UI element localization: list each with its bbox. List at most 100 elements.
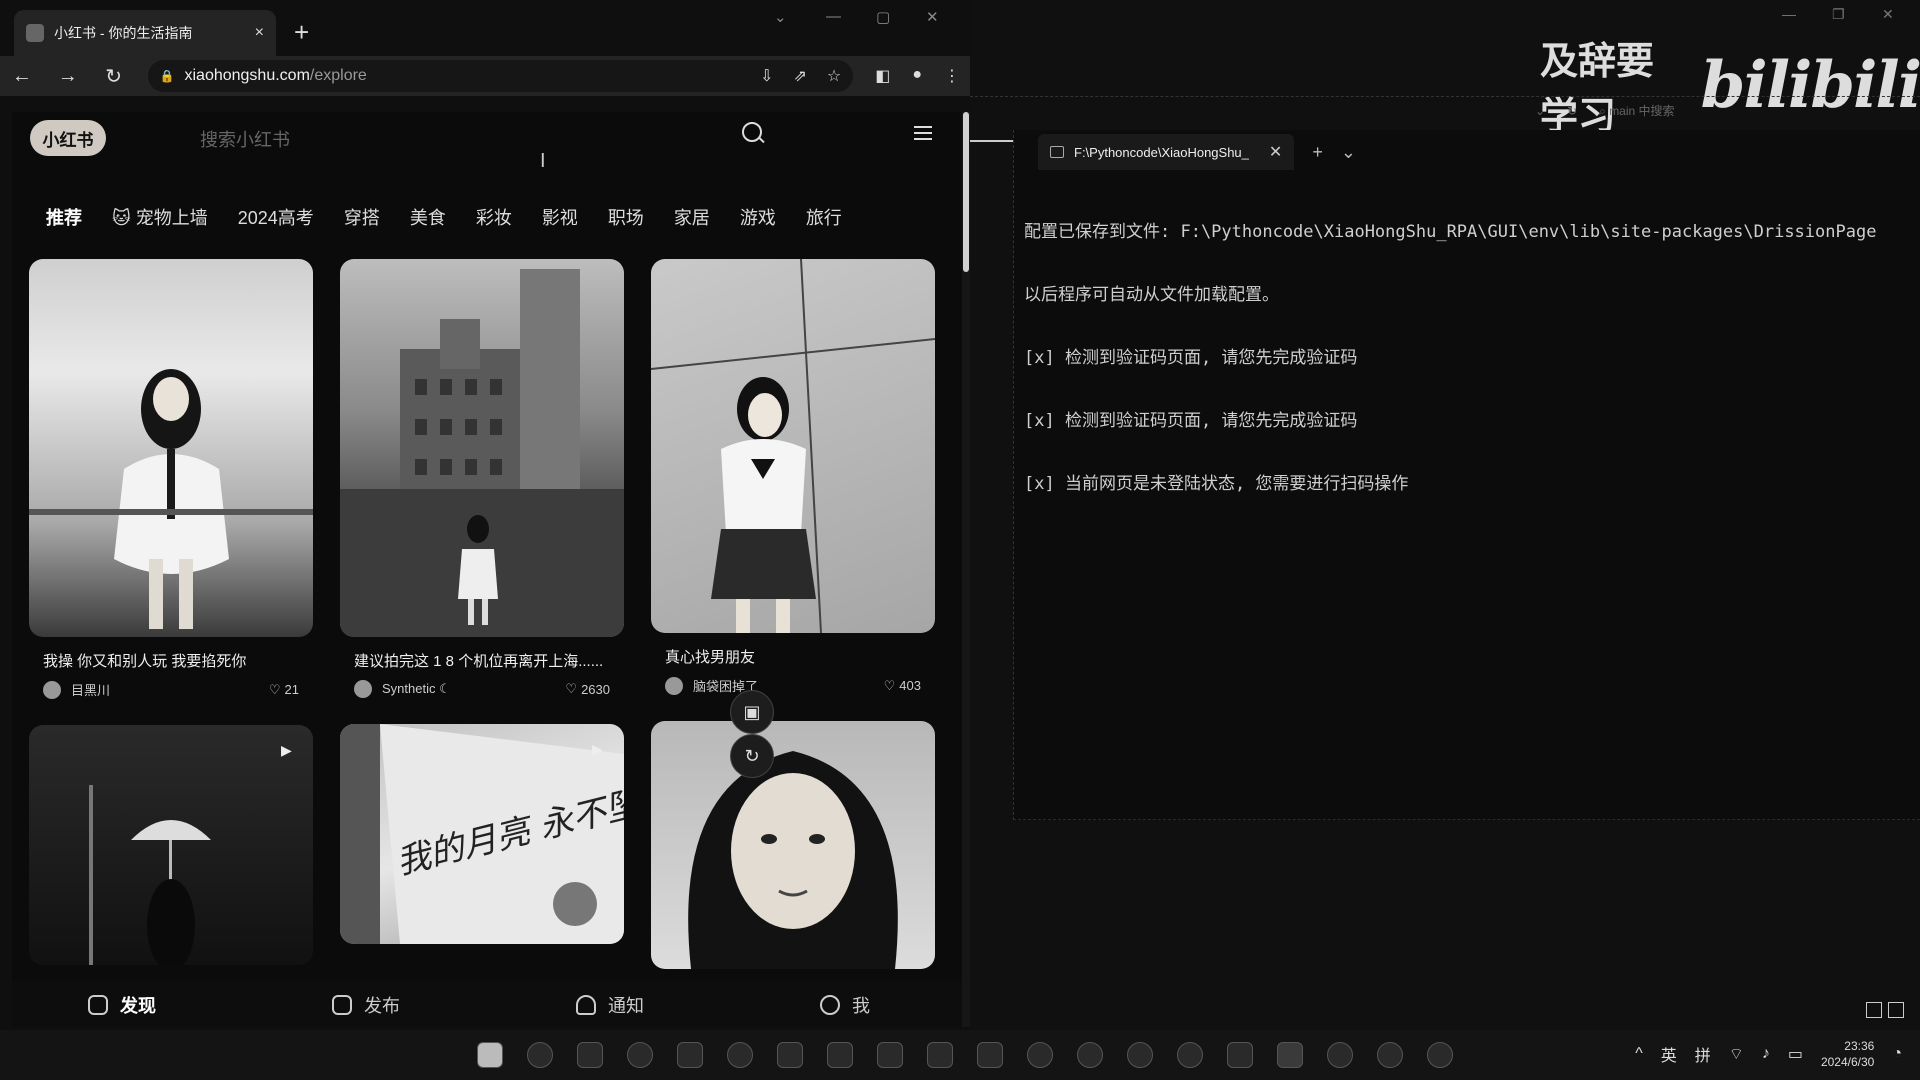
note-cover-image[interactable] bbox=[29, 259, 313, 637]
avatar[interactable] bbox=[43, 680, 61, 699]
grid-view-icon[interactable] bbox=[1888, 1002, 1904, 1018]
notification-icon[interactable]: ◔ bbox=[1892, 1045, 1902, 1063]
install-icon[interactable]: ⇩ bbox=[760, 66, 773, 86]
refresh-icon[interactable]: ↻ bbox=[730, 734, 774, 778]
minimize-icon[interactable]: — bbox=[826, 8, 841, 25]
site-logo[interactable]: 小红书 bbox=[30, 120, 106, 156]
vscode-icon[interactable] bbox=[777, 1042, 803, 1068]
edge-icon[interactable] bbox=[627, 1042, 653, 1068]
star-icon[interactable]: ☆ bbox=[827, 66, 841, 86]
list-view-icon[interactable] bbox=[1866, 1002, 1882, 1018]
search-icon[interactable] bbox=[742, 122, 762, 142]
multitask-icon[interactable] bbox=[877, 1042, 903, 1068]
app-circle-icon[interactable] bbox=[1377, 1042, 1403, 1068]
lang-en[interactable]: 英 bbox=[1661, 1042, 1677, 1066]
page-scrollbar[interactable] bbox=[962, 112, 970, 1027]
battery-icon[interactable]: ▭ bbox=[1788, 1044, 1803, 1064]
profile-icon[interactable]: ● bbox=[912, 66, 922, 86]
lang-pinyin[interactable]: 拼 bbox=[1695, 1042, 1711, 1066]
close-icon[interactable]: ✕ bbox=[926, 8, 939, 26]
refresh-icon[interactable]: ↻ bbox=[1567, 104, 1577, 118]
note-cover-image[interactable] bbox=[651, 721, 935, 969]
close-icon[interactable]: ✕ bbox=[1269, 142, 1282, 162]
tab-travel[interactable]: 旅行 bbox=[806, 204, 842, 230]
search-input[interactable]: 搜索小红书 bbox=[200, 126, 290, 152]
back-button[interactable]: ← bbox=[10, 65, 34, 88]
plus-icon[interactable]: + bbox=[1312, 142, 1323, 163]
reload-button[interactable]: ↻ bbox=[102, 64, 126, 89]
like-button[interactable]: ♡ 21 bbox=[269, 682, 299, 698]
note-cover-image[interactable]: 我的月亮 永不坠落 ▶ bbox=[340, 724, 624, 944]
chevron-down-icon[interactable]: ⌄ bbox=[774, 8, 787, 26]
volume-icon[interactable]: ♪ bbox=[1762, 1045, 1770, 1063]
note-title[interactable]: 我操 你又和别人玩 我要掐死你 bbox=[29, 651, 313, 672]
tab-food[interactable]: 美食 bbox=[410, 204, 446, 230]
word-icon[interactable] bbox=[827, 1042, 853, 1068]
nav-publish[interactable]: 发布 bbox=[332, 992, 400, 1018]
chevron-down-icon[interactable]: ⌄ bbox=[1341, 142, 1356, 163]
more-icon[interactable]: ⋮ bbox=[944, 66, 960, 86]
url-field[interactable]: 🔒 xiaohongshu.com/explore ⇩ ⇗ ☆ bbox=[147, 60, 854, 92]
note-cover-image[interactable]: ▶ bbox=[29, 725, 313, 965]
search-tool-icon[interactable] bbox=[1177, 1042, 1203, 1068]
camera-icon[interactable] bbox=[977, 1042, 1003, 1068]
clock[interactable]: 23:36 2024/6/30 bbox=[1821, 1038, 1874, 1070]
tab-recommend[interactable]: 推荐 bbox=[46, 204, 82, 230]
nav-discover[interactable]: 发现 bbox=[88, 992, 156, 1018]
avatar[interactable] bbox=[665, 676, 683, 695]
close-icon[interactable]: ✕ bbox=[1882, 6, 1894, 23]
tab-games[interactable]: 游戏 bbox=[740, 204, 776, 230]
close-tab-icon[interactable]: × bbox=[255, 24, 264, 42]
tab-film[interactable]: 影视 bbox=[542, 204, 578, 230]
tab-gaokao[interactable]: 2024高考 bbox=[238, 204, 314, 230]
forward-button[interactable]: → bbox=[56, 65, 80, 88]
browser-tab[interactable]: 小红书 - 你的生活指南 × bbox=[14, 10, 276, 56]
wechat-icon[interactable] bbox=[1077, 1042, 1103, 1068]
terminal-line: [x] 检测到验证码页面, 请您先完成验证码 bbox=[1024, 411, 1358, 431]
tab-outfit[interactable]: 穿搭 bbox=[344, 204, 380, 230]
restore-icon[interactable]: ❐ bbox=[1832, 6, 1845, 23]
chevron-down-icon[interactable]: ⌄ bbox=[1535, 104, 1545, 118]
notes-icon[interactable] bbox=[927, 1042, 953, 1068]
note-cover-image[interactable] bbox=[651, 259, 935, 633]
note-title[interactable]: 建议拍完这 1 8 个机位再离开上海...... bbox=[340, 651, 624, 672]
image-icon[interactable]: ▣ bbox=[730, 690, 774, 734]
avatar-app-icon[interactable] bbox=[1127, 1042, 1153, 1068]
tab-makeup[interactable]: 彩妆 bbox=[476, 204, 512, 230]
music-icon[interactable] bbox=[727, 1042, 753, 1068]
sublime-icon[interactable] bbox=[677, 1042, 703, 1068]
tab-pets[interactable]: 🐱 宠物上墙 bbox=[112, 204, 208, 230]
tab-career[interactable]: 职场 bbox=[608, 204, 644, 230]
channel-tabs: 推荐 🐱 宠物上墙 2024高考 穿搭 美食 彩妆 影视 职场 家居 游戏 旅行 bbox=[46, 204, 872, 230]
note-cover-image[interactable] bbox=[340, 259, 624, 637]
check-app-icon[interactable] bbox=[1027, 1042, 1053, 1068]
chevron-up-icon[interactable]: ^ bbox=[1635, 1045, 1643, 1063]
like-button[interactable]: ♡ 403 bbox=[884, 678, 921, 694]
sidebar-icon[interactable]: ◧ bbox=[875, 66, 890, 86]
scroll-thumb[interactable] bbox=[963, 112, 969, 272]
windows-start-icon[interactable] bbox=[477, 1042, 503, 1068]
terminal-icon[interactable] bbox=[1277, 1042, 1303, 1068]
menu-icon[interactable] bbox=[914, 126, 932, 144]
terminal-output[interactable]: 配置已保存到文件: F:\Pythoncode\XiaoHongShu_RPA\… bbox=[1014, 174, 1920, 543]
new-tab-button[interactable]: + bbox=[294, 17, 309, 48]
author-name[interactable]: Synthetic ☾ bbox=[382, 681, 451, 697]
wifi-icon[interactable]: ⌔ bbox=[1729, 1044, 1744, 1064]
restore-icon[interactable]: ▢ bbox=[876, 8, 890, 26]
nav-me[interactable]: 我 bbox=[820, 992, 870, 1018]
nav-notify[interactable]: 通知 bbox=[576, 992, 644, 1018]
vscode-search[interactable]: ⌕ main 中搜索 bbox=[1599, 102, 1674, 119]
like-button[interactable]: ♡ 2630 bbox=[565, 681, 610, 697]
minimize-icon[interactable]: — bbox=[1782, 6, 1796, 22]
terminal-tab[interactable]: F:\Pythoncode\XiaoHongShu_ ✕ bbox=[1038, 134, 1295, 170]
folder-icon[interactable] bbox=[1227, 1042, 1253, 1068]
app-circle-icon[interactable] bbox=[1327, 1042, 1353, 1068]
avatar[interactable] bbox=[354, 680, 372, 698]
share-icon[interactable]: ⇗ bbox=[793, 66, 806, 86]
task-view-icon[interactable] bbox=[577, 1042, 603, 1068]
tab-home[interactable]: 家居 bbox=[674, 204, 710, 230]
search-icon[interactable] bbox=[527, 1042, 553, 1068]
app-circle-icon[interactable] bbox=[1427, 1042, 1453, 1068]
author-name[interactable]: 目黑川 bbox=[71, 680, 110, 699]
note-title[interactable]: 真心找男朋友 bbox=[651, 647, 935, 668]
